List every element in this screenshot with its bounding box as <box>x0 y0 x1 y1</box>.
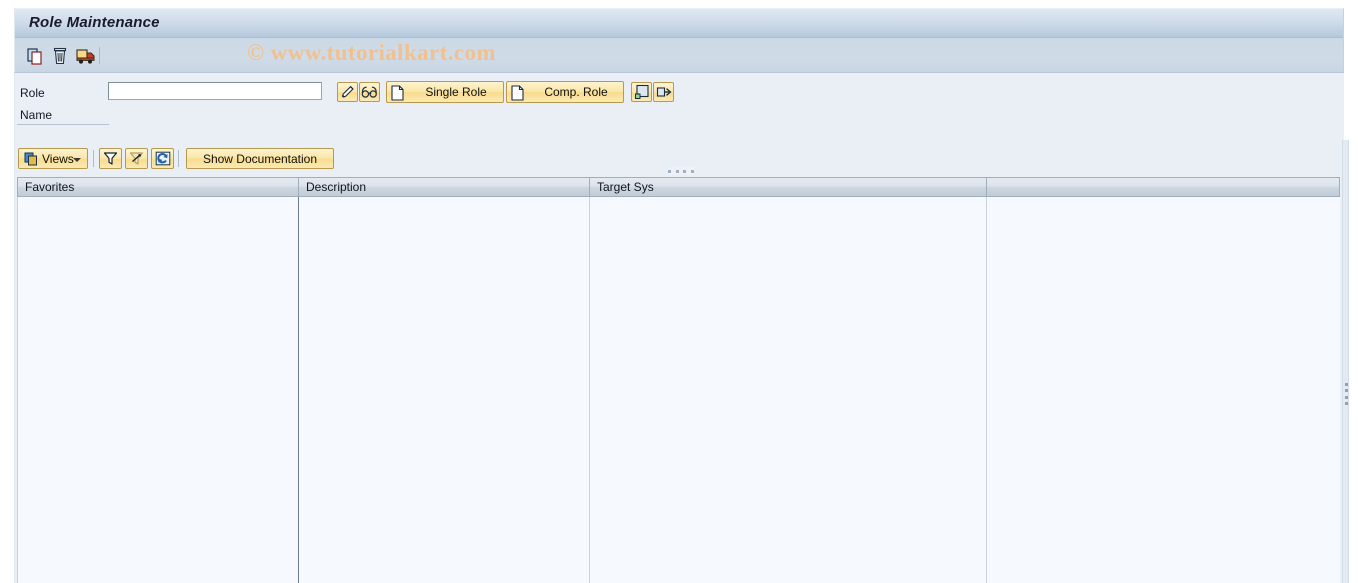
table-body[interactable] <box>17 197 1340 583</box>
column-header-favorites[interactable]: Favorites <box>17 177 298 197</box>
window-right-margin <box>1351 0 1358 583</box>
grip-dot <box>1345 383 1348 386</box>
show-documentation-button[interactable]: Show Documentation <box>186 148 334 169</box>
splitter-grip[interactable] <box>668 167 694 175</box>
vertical-splitter-grip <box>1345 383 1348 405</box>
document-icon <box>391 85 404 101</box>
name-label: Name <box>20 108 53 122</box>
grip-dot <box>1345 389 1348 393</box>
column-header-label: Target Sys <box>597 180 654 194</box>
views-icon <box>24 152 39 167</box>
comp-role-button[interactable]: Comp. Role <box>506 81 624 103</box>
arrow-out-icon <box>656 87 672 97</box>
grip-dot <box>1345 401 1348 405</box>
page-title: Role Maintenance <box>29 14 160 31</box>
application-toolbar <box>14 38 1344 73</box>
toolbar-separator <box>99 47 100 64</box>
column-header-label: Description <box>306 180 367 194</box>
show-documentation-label: Show Documentation <box>202 151 318 166</box>
transfer-role-button[interactable] <box>653 82 674 102</box>
name-field-underline <box>17 124 109 125</box>
sap-role-maintenance-window: Role Maintenance © www.tutorialkart.com … <box>0 0 1358 583</box>
glasses-icon <box>361 86 377 98</box>
derive-role-button[interactable] <box>631 82 652 102</box>
document-icon <box>511 85 524 101</box>
delete-filter-button[interactable] <box>125 148 148 169</box>
single-role-label: Single Role <box>425 85 487 99</box>
column-header-empty[interactable] <box>986 177 1340 197</box>
column-header-target-sys[interactable]: Target Sys <box>589 177 986 197</box>
window-left-margin <box>0 0 14 583</box>
grip-dot <box>668 169 671 173</box>
role-input[interactable] <box>108 82 322 100</box>
grip-dot <box>675 169 679 173</box>
table-header-row: Favorites Description Target Sys <box>17 177 1340 197</box>
grip-dot <box>683 169 687 173</box>
refresh-button[interactable] <box>151 148 174 169</box>
display-role-button[interactable] <box>359 82 380 102</box>
role-label: Role <box>20 86 45 100</box>
favorites-table: Favorites Description Target Sys <box>17 177 1340 583</box>
new-object-icon <box>634 84 649 99</box>
grip-dot <box>1345 395 1348 399</box>
column-header-label: Favorites <box>25 180 75 194</box>
column-header-description[interactable]: Description <box>298 177 589 197</box>
window-top-margin <box>0 0 1358 8</box>
vertical-splitter[interactable] <box>1342 140 1349 583</box>
column-divider <box>298 197 299 583</box>
grip-dot <box>690 169 694 173</box>
filter-icon <box>103 152 118 165</box>
window-title-bar: Role Maintenance <box>14 8 1344 38</box>
chevron-down-icon <box>73 158 81 162</box>
column-divider <box>589 197 590 583</box>
refresh-icon <box>155 151 170 166</box>
pencil-icon <box>341 85 354 98</box>
set-filter-button[interactable] <box>99 148 122 169</box>
delete-icon[interactable] <box>50 46 70 66</box>
single-role-button[interactable]: Single Role <box>386 81 504 103</box>
transport-icon[interactable] <box>75 46 95 66</box>
change-role-button[interactable] <box>337 82 358 102</box>
column-divider <box>986 197 987 583</box>
toolbar-separator <box>93 150 94 167</box>
toolbar-separator <box>178 150 179 167</box>
views-label: Views <box>42 151 74 166</box>
views-button[interactable]: Views <box>18 148 88 169</box>
comp-role-label: Comp. Role <box>544 85 608 99</box>
delete-filter-icon <box>129 152 143 165</box>
copy-icon[interactable] <box>25 46 45 66</box>
